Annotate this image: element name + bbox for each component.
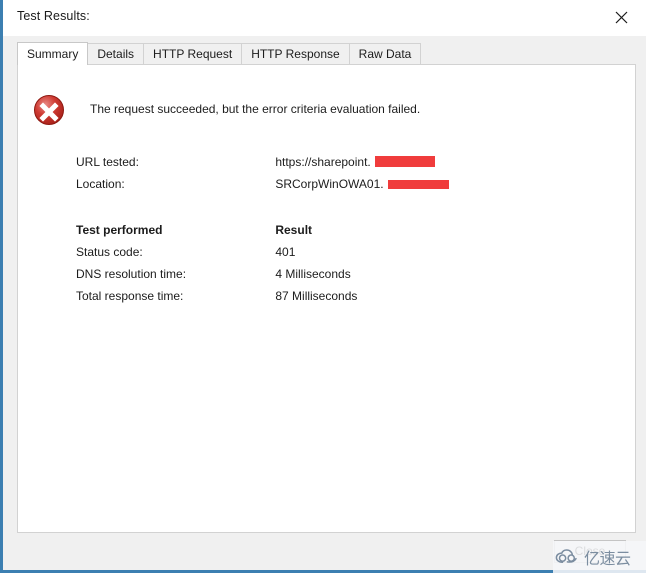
total-response-time-label: Total response time: <box>76 289 184 303</box>
tab-summary[interactable]: Summary <box>17 42 89 65</box>
test-performed-header: Test performed <box>76 223 163 237</box>
error-icon <box>34 95 64 125</box>
close-button[interactable]: Close <box>554 540 626 563</box>
result-header: Result <box>275 223 313 237</box>
tab-http-request[interactable]: HTTP Request <box>143 43 243 64</box>
performance-table: Test performed Result Status code: 401 D… <box>76 223 357 311</box>
tab-raw-data[interactable]: Raw Data <box>348 43 422 64</box>
test-results-dialog: Test Results: Summary Details HTTP Reque… <box>0 0 646 573</box>
results-tabcontrol: Summary Details HTTP Request HTTP Respon… <box>17 42 636 534</box>
dialog-title: Test Results: <box>17 9 90 23</box>
location-label: Location: <box>76 177 125 191</box>
dialog-titlebar: Test Results: <box>3 0 646 36</box>
tab-http-response[interactable]: HTTP Response <box>241 43 350 64</box>
error-message-text: The request succeeded, but the error cri… <box>90 102 421 116</box>
dns-resolution-time-value: 4 Milliseconds <box>275 267 351 281</box>
dialog-inner-frame: Test Results: Summary Details HTTP Reque… <box>3 0 646 570</box>
table-row: Total response time: 87 Milliseconds <box>76 289 357 311</box>
close-icon <box>615 11 628 24</box>
dns-resolution-time-label: DNS resolution time: <box>76 267 187 281</box>
table-row: Status code: 401 <box>76 245 357 267</box>
redaction-bar <box>375 156 436 167</box>
url-tested-value: https://sharepoint. <box>275 155 371 169</box>
url-info-table: URL tested: https://sharepoint. Location… <box>76 155 449 199</box>
location-value: SRCorpWinOWA01. <box>275 177 384 191</box>
tab-details[interactable]: Details <box>87 43 145 64</box>
url-tested-label: URL tested: <box>76 155 139 169</box>
table-header-row: Test performed Result <box>76 223 357 245</box>
table-row: DNS resolution time: 4 Milliseconds <box>76 267 357 289</box>
close-window-button[interactable] <box>600 0 646 34</box>
status-code-label: Status code: <box>76 245 143 259</box>
table-row: URL tested: https://sharepoint. <box>76 155 449 177</box>
status-code-value: 401 <box>275 245 296 259</box>
tabstrip: Summary Details HTTP Request HTTP Respon… <box>17 42 636 65</box>
error-banner: The request succeeded, but the error cri… <box>32 93 592 135</box>
total-response-time-value: 87 Milliseconds <box>275 289 358 303</box>
table-row: Location: SRCorpWinOWA01. <box>76 177 449 199</box>
summary-tabpanel: The request succeeded, but the error cri… <box>17 64 636 533</box>
redaction-bar <box>387 180 449 189</box>
